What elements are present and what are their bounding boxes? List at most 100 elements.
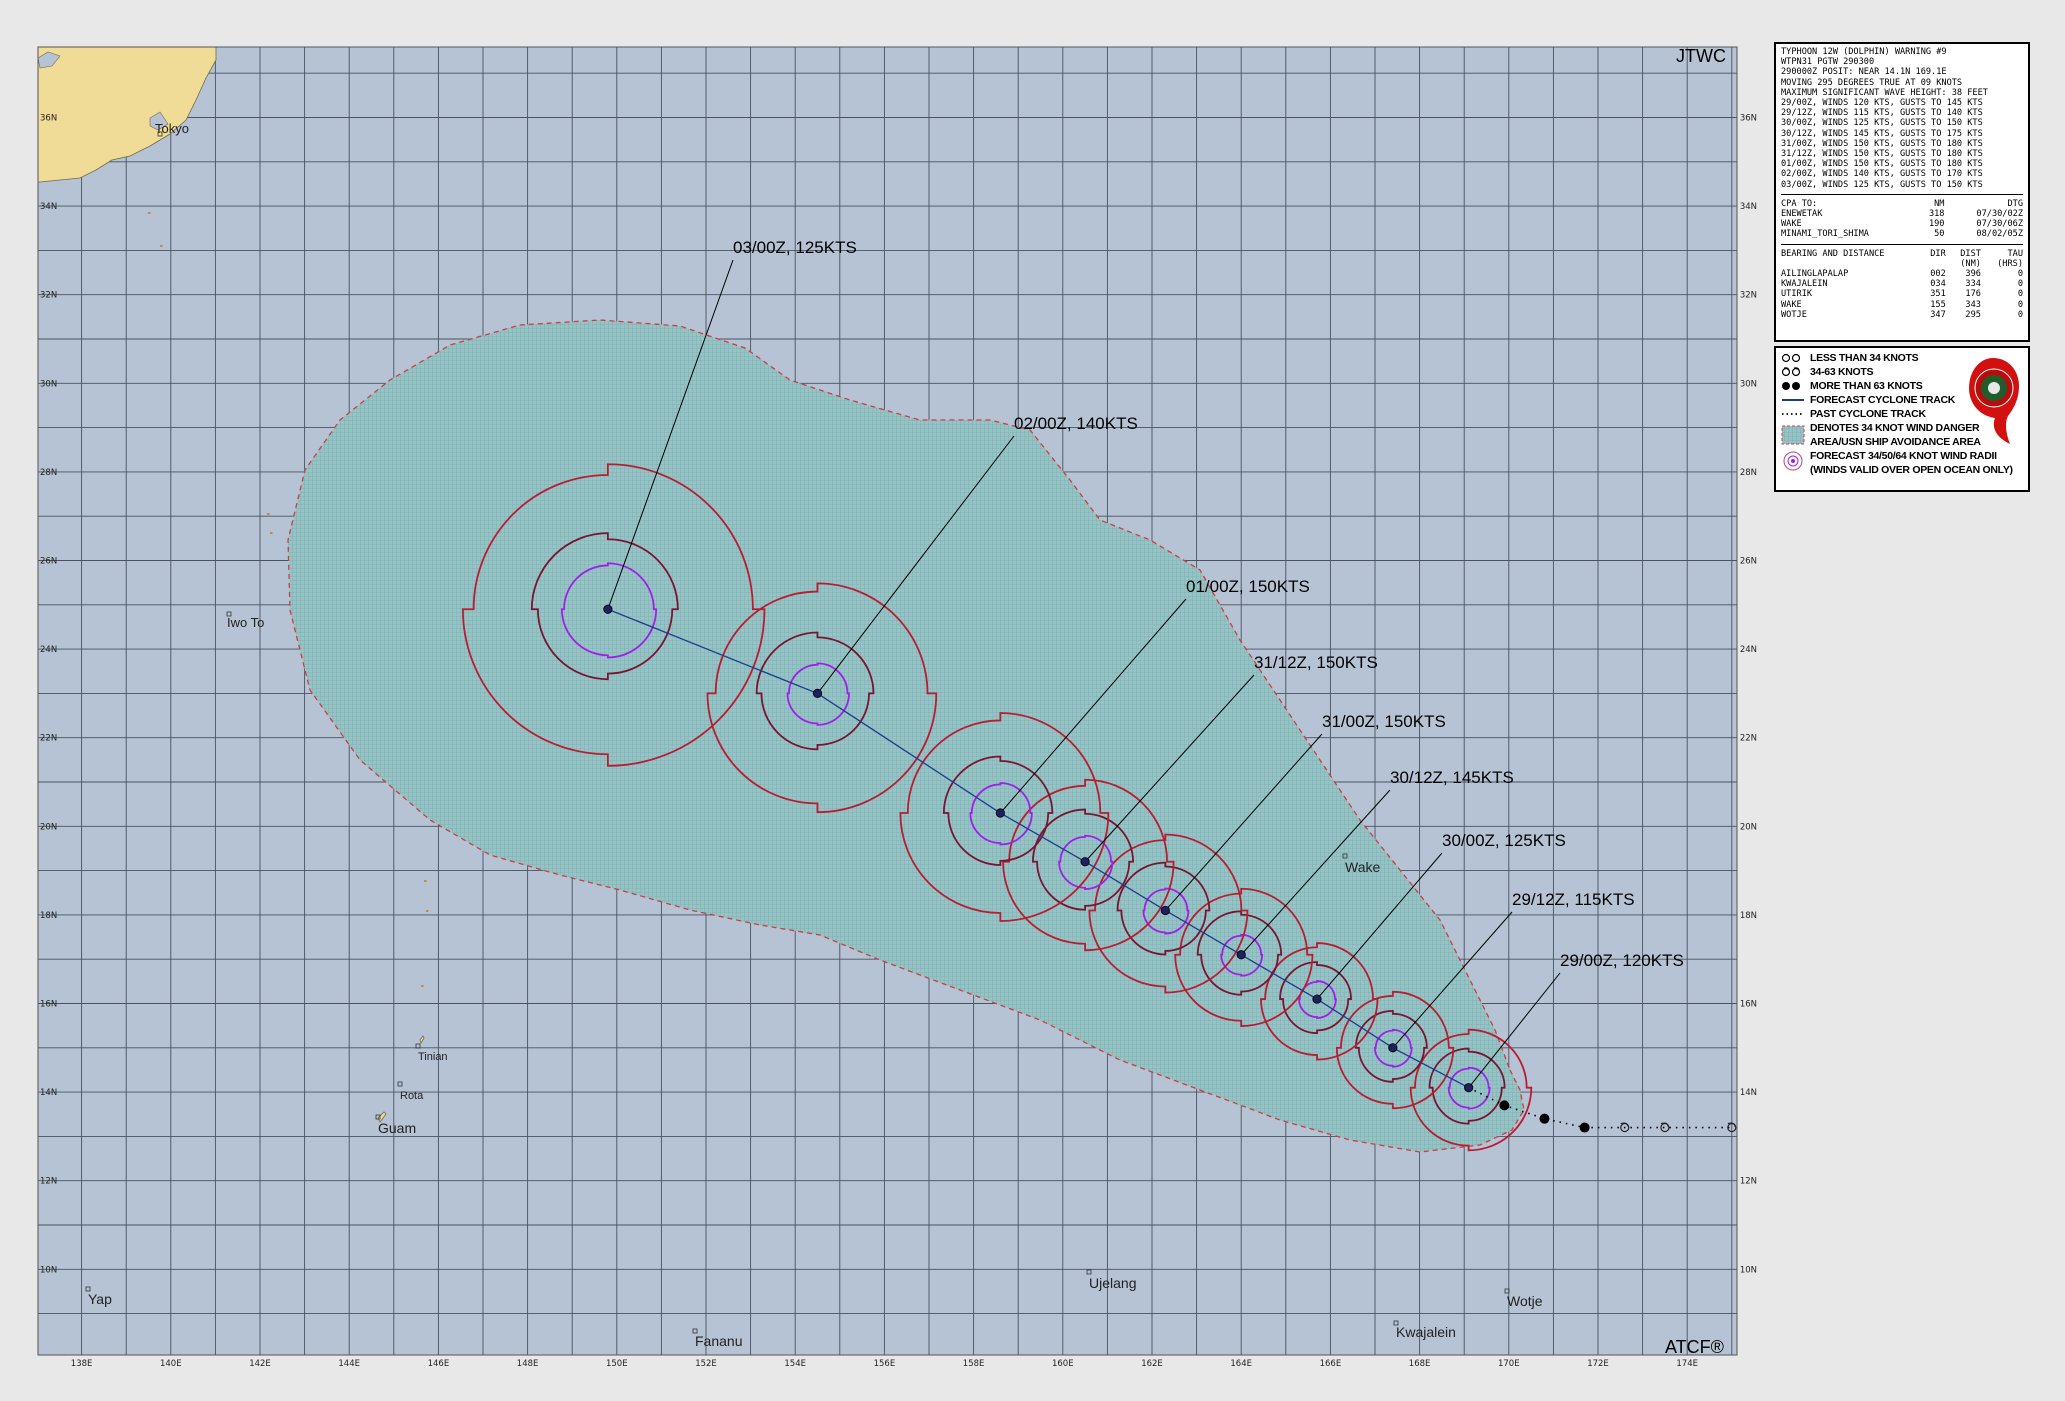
past-position-typhoon — [1539, 1113, 1550, 1124]
bearing-row: WAKE 155 343 0 — [1781, 300, 2023, 310]
more-than-63-knots-symbol — [1782, 382, 1800, 390]
longitude-label: 138E — [71, 1359, 93, 1369]
bearing-header: DIST — [1960, 248, 1981, 259]
forecast-label: 31/12Z, 150KTS — [1254, 653, 1378, 672]
small-island — [160, 245, 163, 247]
legend-label: (WINDS VALID OVER OPEN OCEAN ONLY) — [1810, 464, 2013, 477]
bearing-unit: (HRS) — [1997, 258, 2023, 269]
bearing-cell: 0 — [2017, 269, 2023, 280]
bearing-cell: WOTJE — [1781, 309, 1807, 320]
legend-item: LESS THAN 34 KNOTS — [1810, 352, 1919, 366]
bearing-row: AILINGLAPALAP 002 396 0 — [1781, 269, 2023, 279]
small-island — [426, 910, 429, 912]
legend-item: PAST CYCLONE TRACK — [1810, 408, 1926, 422]
longitude-label: 146E — [428, 1359, 450, 1369]
latitude-label: 36N — [40, 114, 57, 124]
longitude-label: 164E — [1230, 1359, 1252, 1369]
bearing-header: BEARING AND DISTANCE — [1781, 248, 1885, 259]
warning-line: 29/12Z, WINDS 115 KTS, GUSTS TO 140 KTS — [1781, 108, 1983, 119]
warning-line: 31/12Z, WINDS 150 KTS, GUSTS TO 180 KTS — [1781, 149, 1983, 160]
bearing-cell: 351 — [1930, 289, 1946, 300]
latitude-label: 10N — [40, 1265, 57, 1275]
latitude-label: 26N — [40, 557, 57, 567]
forecast-position-marker — [1236, 950, 1246, 960]
longitude-label: 162E — [1141, 1359, 1163, 1369]
legend-label: 34-63 KNOTS — [1810, 366, 1874, 379]
place-label: Fananu — [695, 1333, 742, 1349]
forecast-position-marker — [1464, 1083, 1474, 1093]
longitude-label: 148E — [517, 1359, 539, 1369]
forecast-position-marker — [995, 808, 1005, 818]
legend-label: LESS THAN 34 KNOTS — [1810, 352, 1919, 365]
warning-header: TYPHOON 12W (DOLPHIN) WARNING #9 WTPN31 P… — [1781, 47, 2023, 190]
legend-item: AREA/USN SHIP AVOIDANCE AREA — [1810, 436, 1981, 450]
cpa-cell: 07/30/02Z — [1976, 209, 2023, 220]
34-63-knots-symbol — [1781, 367, 1801, 377]
longitude-label: 144E — [338, 1359, 360, 1369]
map-legend: LESS THAN 34 KNOTS 34-63 KNOTS MORE THAN 6… — [1774, 346, 2030, 492]
wind-radii-symbol — [1783, 451, 1803, 471]
danger-area-swatch — [1781, 425, 1805, 445]
longitude-label: 152E — [695, 1359, 717, 1369]
warning-line: 290000Z POSIT: NEAR 14.1N 169.1E — [1781, 67, 1947, 78]
bearing-table: BEARING AND DISTANCE DIR DIST TAU (NM) (… — [1781, 249, 2023, 320]
cpa-cell: 318 — [1928, 209, 1945, 220]
legend-label: AREA/USN SHIP AVOIDANCE AREA — [1810, 436, 1981, 449]
latitude-label: 34N — [40, 202, 57, 212]
bearing-cell: 0 — [2017, 279, 2023, 290]
bearing-cell: 155 — [1930, 299, 1946, 310]
place-label: Wotje — [1507, 1293, 1543, 1309]
latitude-label: 14N — [40, 1088, 57, 1098]
bearing-cell: 0 — [2017, 299, 2023, 310]
longitude-label: 158E — [963, 1359, 985, 1369]
bearing-row: UTIRIK 351 176 0 — [1781, 289, 2023, 299]
cpa-cell: WAKE — [1781, 219, 1802, 230]
longitude-label: 166E — [1320, 1359, 1342, 1369]
longitude-label: 172E — [1587, 1359, 1609, 1369]
bearing-cell: 343 — [1965, 299, 1981, 310]
legend-item: MORE THAN 63 KNOTS — [1810, 380, 1923, 394]
place-label: Guam — [378, 1120, 416, 1136]
forecast-label: 29/12Z, 115KTS — [1512, 890, 1635, 909]
cpa-table: CPA TO: NM DTG ENEWETAK 318 07/30/02Z WAKE 1… — [1781, 199, 2023, 240]
small-island — [424, 880, 427, 882]
cpa-cell: ENEWETAK — [1781, 209, 1823, 220]
bearing-cell: 396 — [1965, 269, 1981, 280]
place-label: Yap — [88, 1291, 112, 1307]
cpa-cell: 190 — [1928, 219, 1945, 230]
longitude-label: 174E — [1676, 1359, 1698, 1369]
warning-line: 01/00Z, WINDS 150 KTS, GUSTS TO 180 KTS — [1781, 159, 1983, 170]
legend-label: FORECAST CYCLONE TRACK — [1810, 394, 1956, 407]
latitude-label: 14N — [1740, 1088, 1757, 1098]
cpa-cell: 07/30/06Z — [1976, 219, 2023, 230]
bearing-cell: 034 — [1930, 279, 1946, 290]
forecast-position-marker — [603, 604, 613, 614]
bearing-row: WOTJE 347 295 0 — [1781, 310, 2023, 320]
warning-line: 30/00Z, WINDS 125 KTS, GUSTS TO 150 KTS — [1781, 118, 1983, 129]
warning-line: TYPHOON 12W (DOLPHIN) WARNING #9 — [1781, 47, 1947, 57]
cpa-row: MINAMI_TORI_SHIMA 50 08/02/05Z — [1781, 229, 2023, 239]
place-label: Wake — [1345, 859, 1380, 875]
forecast-position-marker — [1388, 1043, 1398, 1053]
bearing-cell: 002 — [1930, 269, 1946, 280]
bearing-header: TAU — [2007, 248, 2023, 259]
legend-label: MORE THAN 63 KNOTS — [1810, 380, 1923, 393]
warning-line: WTPN31 PGTW 290300 — [1781, 57, 1875, 68]
forecast-position-marker — [1312, 994, 1322, 1004]
bearing-cell: KWAJALEIN — [1781, 279, 1828, 290]
small-island — [148, 212, 151, 214]
latitude-label: 12N — [1740, 1177, 1757, 1187]
jtwc-seal-logo — [1969, 358, 2019, 444]
longitude-label: 154E — [784, 1359, 806, 1369]
less-than-34-knots-symbol — [1781, 353, 1801, 363]
cpa-cell: 08/02/05Z — [1976, 229, 2023, 240]
warning-line: MOVING 295 DEGREES TRUE AT 09 KNOTS — [1781, 77, 1963, 88]
longitude-label: 170E — [1498, 1359, 1520, 1369]
warning-line: 02/00Z, WINDS 140 KTS, GUSTS TO 170 KTS — [1781, 169, 1983, 180]
latitude-label: 22N — [40, 734, 57, 744]
cpa-cell: 50 — [1934, 229, 1945, 240]
latitude-label: 10N — [1740, 1265, 1757, 1275]
warning-line: 29/00Z, WINDS 120 KTS, GUSTS TO 145 KTS — [1781, 98, 1983, 109]
bearing-row: KWAJALEIN 034 334 0 — [1781, 279, 2023, 289]
forecast-position-marker — [1080, 857, 1090, 867]
